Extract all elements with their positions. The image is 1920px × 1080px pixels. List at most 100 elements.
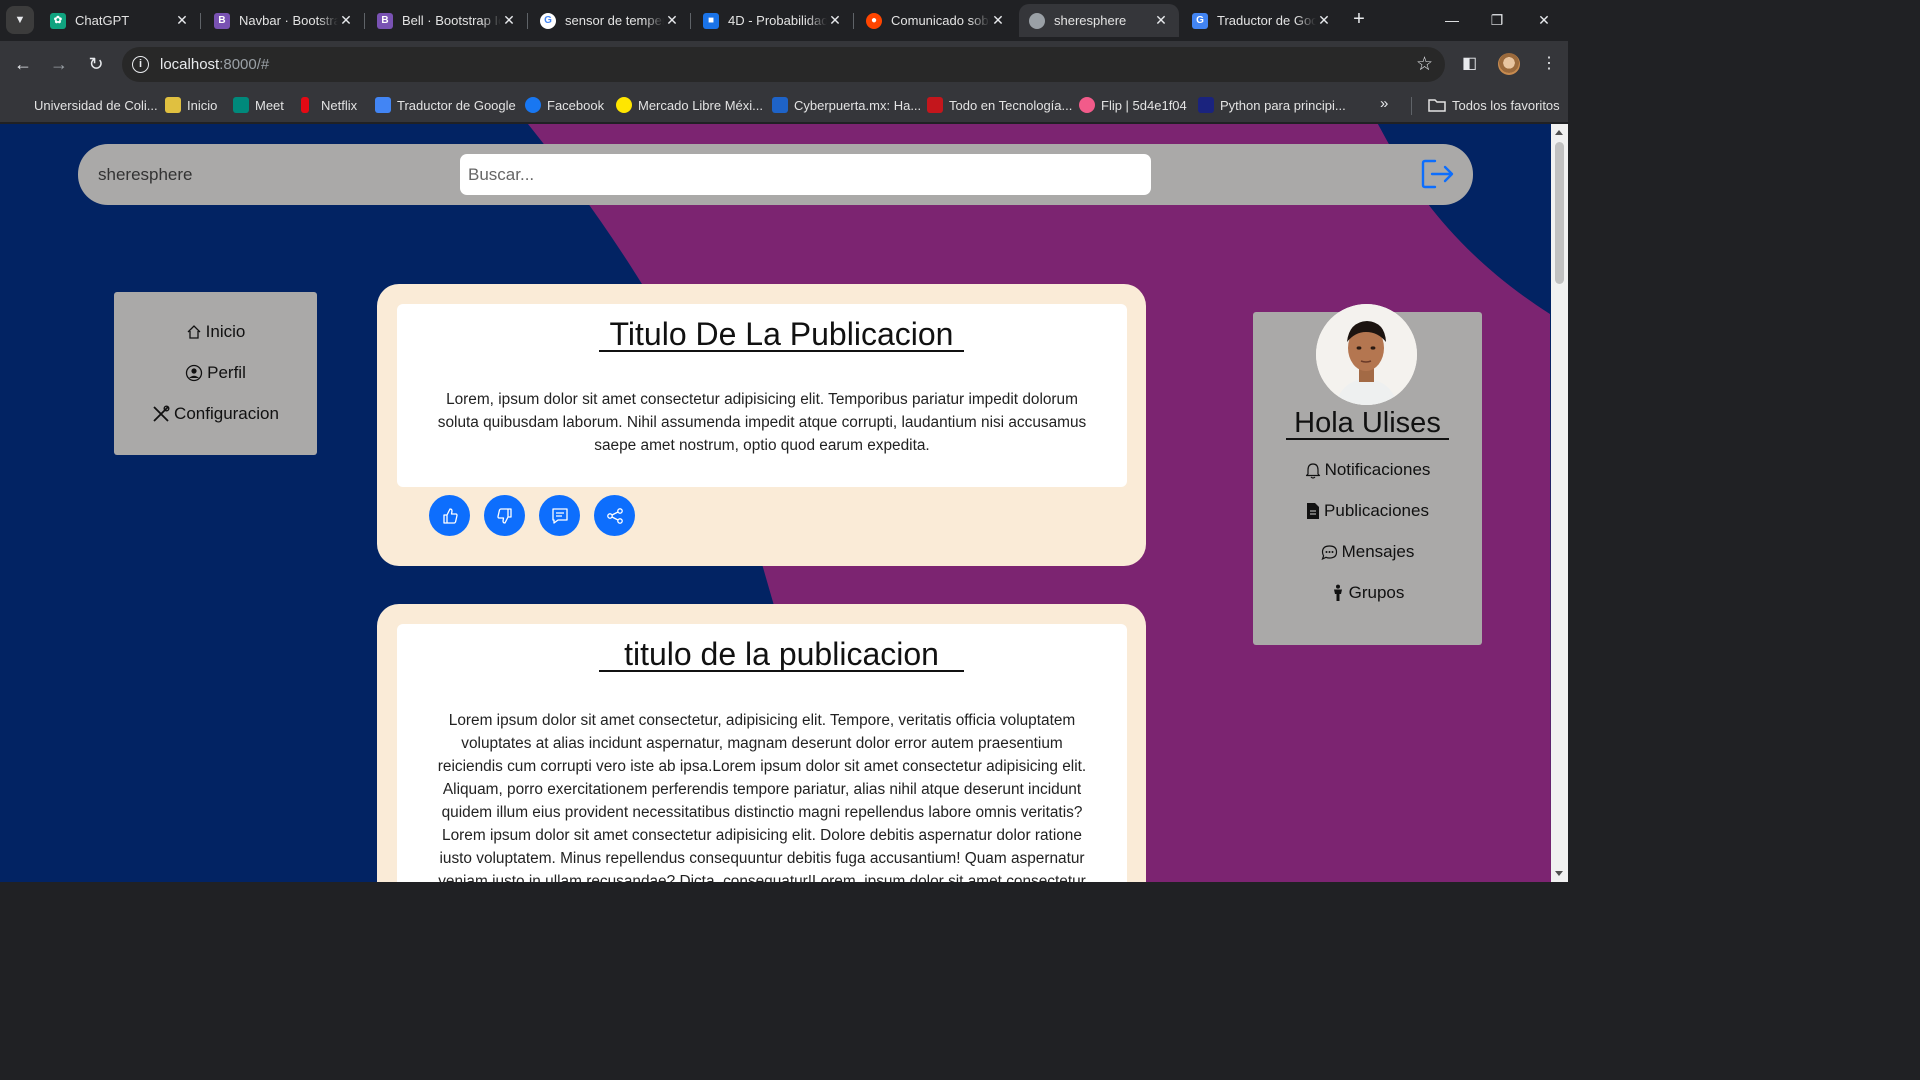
tab-bell-bootstrap[interactable]: B Bell · Bootstrap Icons ✕ [367,4,528,37]
address-bar[interactable]: i localhost:8000/# ☆ [122,47,1445,82]
flip-icon [1079,97,1095,113]
close-icon[interactable]: ✕ [1316,12,1332,29]
comment-button[interactable] [539,495,580,536]
bookmark-item[interactable]: Todo en Tecnología... [927,95,1072,115]
side-panel-icon[interactable]: ◧ [1462,53,1477,73]
close-icon[interactable]: ✕ [664,12,680,29]
tab-probabilidad[interactable]: ■ 4D - Probabilidad ✕ [693,4,854,37]
bookmark-favicon-icon [14,97,28,113]
post-title: Titulo De La Publicacion [599,316,964,352]
scroll-thumb[interactable] [1555,142,1564,284]
globe-icon [1029,12,1045,29]
bookmark-star-icon[interactable]: ☆ [1416,53,1433,76]
dislike-button[interactable] [484,495,525,536]
page-scrollbar[interactable] [1551,124,1568,882]
like-button[interactable] [429,495,470,536]
post-title: titulo de la publicacion [599,636,964,672]
tab-title: Comunicado sobre [891,13,990,28]
close-icon[interactable]: ✕ [174,12,190,29]
tab-title: 4D - Probabilidad [728,13,827,28]
logout-icon[interactable] [1421,159,1455,189]
reload-button[interactable]: ↻ [83,51,109,77]
like-icon [442,507,458,524]
tab-sheresphere[interactable]: sheresphere ✕ [1019,4,1179,37]
restore-button[interactable]: ❐ [1485,8,1509,32]
bookmark-item[interactable]: Mercado Libre Méxi... [616,95,763,115]
url-text: localhost:8000/# [160,56,270,73]
chat-dots-icon [1321,544,1337,560]
brand-name[interactable]: sheresphere [98,165,193,185]
browser-tab-strip: ▼ ✿ ChatGPT ✕ B Navbar · Bootstrap ✕ B B… [0,0,1568,41]
tab-title: Traductor de Google [1217,13,1316,28]
close-icon[interactable]: ✕ [338,12,354,29]
bookmark-item[interactable]: Facebook [525,95,604,115]
new-tab-button[interactable]: + [1348,9,1370,31]
profile-item-label: Mensajes [1341,542,1415,561]
more-bookmarks-icon[interactable]: » [1380,95,1388,112]
translate-icon: G [1192,12,1208,29]
file-icon [1307,503,1320,519]
menu-item-label: Configuracion [174,404,279,423]
site-info-icon[interactable]: i [132,56,149,73]
cyberpuerta-icon [772,97,788,113]
close-icon[interactable]: ✕ [827,12,843,29]
menu-item-inicio[interactable]: Inicio [114,322,317,342]
bookmark-item[interactable]: Netflix [301,95,357,115]
menu-item-label: Inicio [205,322,246,341]
tab-navbar-bootstrap[interactable]: B Navbar · Bootstrap ✕ [204,4,365,37]
meet-icon [233,97,249,113]
bookmark-item[interactable]: Meet [233,95,284,115]
post-actions [429,495,635,536]
back-button[interactable]: ← [10,51,36,77]
tab-comunicado[interactable]: ● Comunicado sobre ✕ [856,4,1016,37]
avatar[interactable] [1316,304,1417,405]
classroom-icon: ■ [703,12,719,29]
bookmark-item[interactable]: Universidad de Coli... [14,95,158,115]
tecnologia-icon [927,97,943,113]
bookmark-item[interactable]: Traductor de Google [375,95,516,115]
person-standing-icon [1333,584,1342,601]
profile-avatar[interactable] [1498,53,1520,75]
close-icon[interactable]: ✕ [501,12,517,29]
scroll-up-arrow-icon[interactable] [1555,130,1563,135]
tab-title: Bell · Bootstrap Icons [402,13,501,28]
google-icon: G [540,12,556,29]
bookmark-item[interactable]: Flip | 5d4e1f04 [1079,95,1187,115]
forward-button[interactable]: → [46,51,72,77]
profile-item-grupos[interactable]: Grupos [1253,583,1482,603]
more-menu-icon[interactable]: ⋮ [1541,53,1557,73]
search-input[interactable] [460,154,1151,195]
tab-traductor[interactable]: G Traductor de Google ✕ [1182,4,1342,37]
scroll-down-arrow-icon[interactable] [1555,871,1563,876]
tools-icon [153,405,170,422]
profile-item-label: Grupos [1348,583,1405,602]
post-card: titulo de la publicacion Lorem ipsum dol… [377,604,1146,882]
facebook-icon [525,97,541,113]
mercadolibre-icon [616,97,632,113]
chatgpt-icon: ✿ [50,12,66,29]
bookmark-item[interactable]: Inicio [165,95,217,115]
bookmark-item[interactable]: Cyberpuerta.mx: Ha... [772,95,921,115]
menu-item-perfil[interactable]: Perfil [114,363,317,383]
menu-item-configuracion[interactable]: Configuracion [114,404,317,424]
tab-title: sensor de temperatura [565,13,664,28]
minimize-button[interactable]: — [1440,8,1464,32]
house-icon [187,325,201,339]
post-content: Titulo De La Publicacion Lorem, ipsum do… [397,304,1127,487]
profile-item-publicaciones[interactable]: Publicaciones [1253,501,1482,521]
tab-chatgpt[interactable]: ✿ ChatGPT ✕ [40,4,201,37]
close-window-button[interactable]: ✕ [1532,8,1556,32]
share-icon [606,507,623,524]
profile-item-notificaciones[interactable]: Notificaciones [1253,460,1482,480]
bootstrap-icon: B [214,12,230,29]
tab-search-button[interactable]: ▼ [6,6,34,34]
profile-item-mensajes[interactable]: Mensajes [1253,542,1482,562]
share-button[interactable] [594,495,635,536]
all-bookmarks-folder[interactable]: Todos los favoritos [1428,95,1560,115]
tab-title: Navbar · Bootstrap [239,13,338,28]
close-icon[interactable]: ✕ [990,12,1006,29]
post-content: titulo de la publicacion Lorem ipsum dol… [397,624,1127,882]
tab-sensor-google[interactable]: G sensor de temperatura ✕ [530,4,691,37]
close-icon[interactable]: ✕ [1153,12,1169,29]
bookmark-item[interactable]: Python para principi... [1198,95,1346,115]
